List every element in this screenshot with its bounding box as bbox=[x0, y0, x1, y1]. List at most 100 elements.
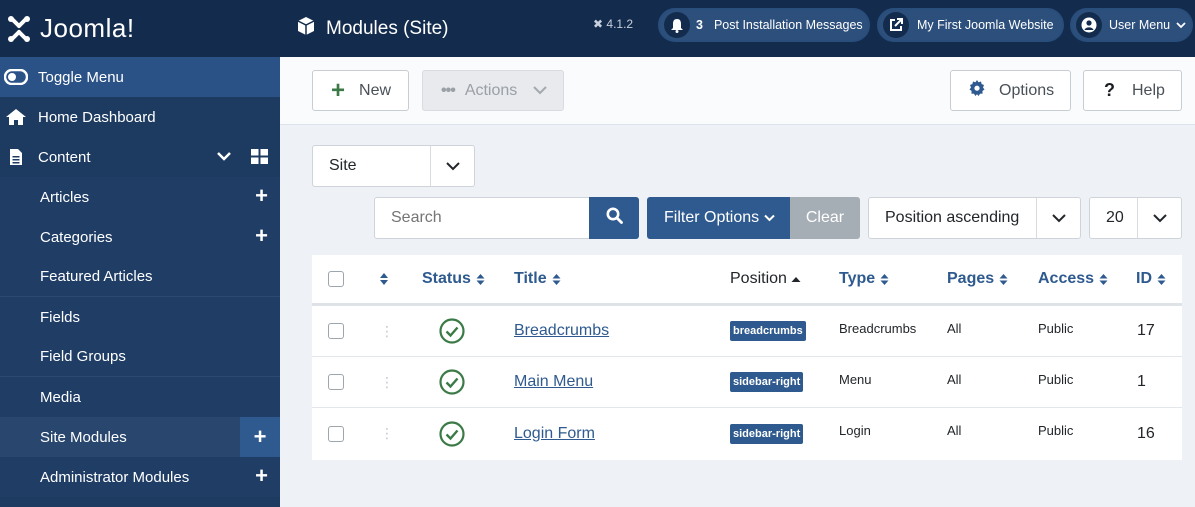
column-label: Pages bbox=[947, 270, 995, 287]
published-check-icon[interactable] bbox=[439, 306, 465, 356]
table-header-row: Status Title Position Type Pages Access … bbox=[312, 255, 1182, 306]
add-admin-module-icon[interactable]: + bbox=[255, 465, 268, 487]
user-menu-button[interactable]: User Menu bbox=[1070, 8, 1193, 42]
column-label: Type bbox=[839, 270, 876, 287]
sidebar-item-field-groups[interactable]: Field Groups bbox=[0, 337, 280, 377]
filter-options-button[interactable]: Filter Options bbox=[647, 197, 791, 239]
column-access[interactable]: Access bbox=[1038, 255, 1108, 303]
limit-select-value: 20 bbox=[1106, 209, 1124, 226]
module-id: 17 bbox=[1137, 322, 1155, 339]
chevron-down-icon bbox=[1137, 198, 1181, 238]
search-input[interactable] bbox=[374, 197, 590, 239]
help-button[interactable]: ? Help bbox=[1083, 70, 1182, 111]
filter-options-label: Filter Options bbox=[664, 209, 760, 226]
published-check-icon[interactable] bbox=[439, 408, 465, 459]
column-position[interactable]: Position bbox=[730, 255, 801, 303]
drag-handle-icon[interactable]: ⋮ bbox=[380, 357, 394, 407]
module-access: Public bbox=[1038, 372, 1074, 387]
module-title-link[interactable]: Breadcrumbs bbox=[514, 322, 609, 340]
sidebar-item-label: Fields bbox=[40, 308, 81, 326]
sort-icon bbox=[880, 273, 889, 285]
drag-handle-icon[interactable]: ⋮ bbox=[380, 408, 394, 459]
sort-icon bbox=[552, 273, 561, 285]
logo[interactable]: Joomla! bbox=[0, 0, 280, 57]
toggle-menu-button[interactable]: Toggle Menu bbox=[0, 57, 280, 97]
select-all-checkbox[interactable] bbox=[328, 255, 344, 303]
sidebar-item-articles[interactable]: Articles + bbox=[0, 177, 280, 217]
column-status[interactable]: Status bbox=[422, 255, 485, 303]
sort-icon bbox=[1157, 273, 1166, 285]
sidebar-item-content[interactable]: Content bbox=[0, 137, 280, 177]
toggle-icon bbox=[3, 69, 29, 85]
actions-dropdown[interactable]: ••• Actions bbox=[422, 70, 564, 111]
module-type: Menu bbox=[839, 372, 872, 387]
column-title[interactable]: Title bbox=[514, 255, 561, 303]
sidebar-item-categories[interactable]: Categories + bbox=[0, 217, 280, 257]
clear-button[interactable]: Clear bbox=[790, 197, 860, 239]
new-button[interactable]: + New bbox=[312, 70, 409, 111]
module-pages: All bbox=[947, 423, 962, 438]
search-button[interactable] bbox=[589, 197, 639, 239]
ordering-sort-icon[interactable] bbox=[379, 255, 389, 303]
limit-select[interactable]: 20 bbox=[1089, 197, 1182, 239]
row-checkbox[interactable] bbox=[328, 357, 344, 407]
column-label: Access bbox=[1038, 270, 1095, 287]
module-title-link[interactable]: Login Form bbox=[514, 425, 595, 443]
module-access: Public bbox=[1038, 321, 1074, 336]
version-number: 4.1.2 bbox=[606, 17, 634, 31]
module-pages: All bbox=[947, 321, 962, 336]
bell-icon bbox=[664, 12, 690, 38]
column-id[interactable]: ID bbox=[1136, 255, 1166, 303]
logo-text: Joomla! bbox=[40, 13, 135, 43]
add-site-module-icon[interactable]: + bbox=[240, 417, 280, 457]
sidebar-item-administrator-modules[interactable]: Administrator Modules + bbox=[0, 457, 280, 497]
add-article-icon[interactable]: + bbox=[255, 185, 268, 207]
chevron-down-icon bbox=[1036, 198, 1080, 238]
sidebar-item-home-dashboard[interactable]: Home Dashboard bbox=[0, 97, 280, 137]
gear-icon bbox=[969, 80, 985, 101]
sidebar-item-fields[interactable]: Fields bbox=[0, 297, 280, 337]
sidebar-item-site-modules[interactable]: Site Modules + bbox=[0, 417, 280, 457]
sidebar-item-label: Categories bbox=[40, 228, 113, 246]
ordering-select[interactable]: Position ascending bbox=[868, 197, 1081, 239]
module-type: Breadcrumbs bbox=[839, 321, 917, 336]
column-type[interactable]: Type bbox=[839, 255, 889, 303]
module-pages: All bbox=[947, 372, 962, 387]
notification-count: 3 bbox=[696, 18, 703, 32]
chevron-down-icon[interactable] bbox=[216, 149, 232, 166]
module-type: Login bbox=[839, 423, 871, 438]
user-menu-label: User Menu bbox=[1109, 18, 1171, 32]
table-row: ⋮ Breadcrumbs breadcrumbs Breadcrumbs Al… bbox=[312, 306, 1182, 357]
site-link-button[interactable]: My First Joomla Website bbox=[877, 8, 1064, 42]
options-button[interactable]: Options bbox=[950, 70, 1071, 111]
modules-table: Status Title Position Type Pages Access … bbox=[312, 255, 1182, 460]
published-check-icon[interactable] bbox=[439, 357, 465, 407]
post-installation-messages-button[interactable]: 3 Post Installation Messages bbox=[658, 8, 870, 42]
module-title-link[interactable]: Main Menu bbox=[514, 373, 593, 391]
sort-icon bbox=[1099, 273, 1108, 285]
table-row: ⋮ Login Form sidebar-right Login All Pub… bbox=[312, 408, 1182, 459]
position-badge: sidebar-right bbox=[730, 372, 804, 392]
sidebar-item-label: Administrator Modules bbox=[40, 468, 190, 486]
sidebar-item-featured-articles[interactable]: Featured Articles bbox=[0, 257, 280, 297]
version-label: ✖ 4.1.2 bbox=[593, 17, 633, 31]
client-select[interactable]: Site bbox=[312, 145, 475, 187]
dashboard-grid-icon[interactable] bbox=[251, 149, 268, 168]
external-link-icon bbox=[883, 12, 909, 38]
sort-ascending-icon bbox=[791, 276, 801, 282]
drag-handle-icon[interactable]: ⋮ bbox=[380, 306, 394, 356]
column-pages[interactable]: Pages bbox=[947, 255, 1008, 303]
table-row: ⋮ Main Menu sidebar-right Menu All Publi… bbox=[312, 357, 1182, 408]
row-checkbox[interactable] bbox=[328, 408, 344, 459]
home-icon bbox=[3, 108, 29, 126]
header: Modules (Site) ✖ 4.1.2 3 Post Installati… bbox=[280, 0, 1195, 57]
sidebar-item-media[interactable]: Media bbox=[0, 377, 280, 417]
add-category-icon[interactable]: + bbox=[255, 225, 268, 247]
chevron-down-icon bbox=[1176, 18, 1186, 32]
module-access: Public bbox=[1038, 423, 1074, 438]
post-installation-label: Post Installation Messages bbox=[713, 18, 863, 32]
options-label: Options bbox=[999, 81, 1055, 99]
row-checkbox[interactable] bbox=[328, 306, 344, 356]
column-label: Status bbox=[422, 270, 471, 287]
question-icon: ? bbox=[1104, 80, 1115, 100]
